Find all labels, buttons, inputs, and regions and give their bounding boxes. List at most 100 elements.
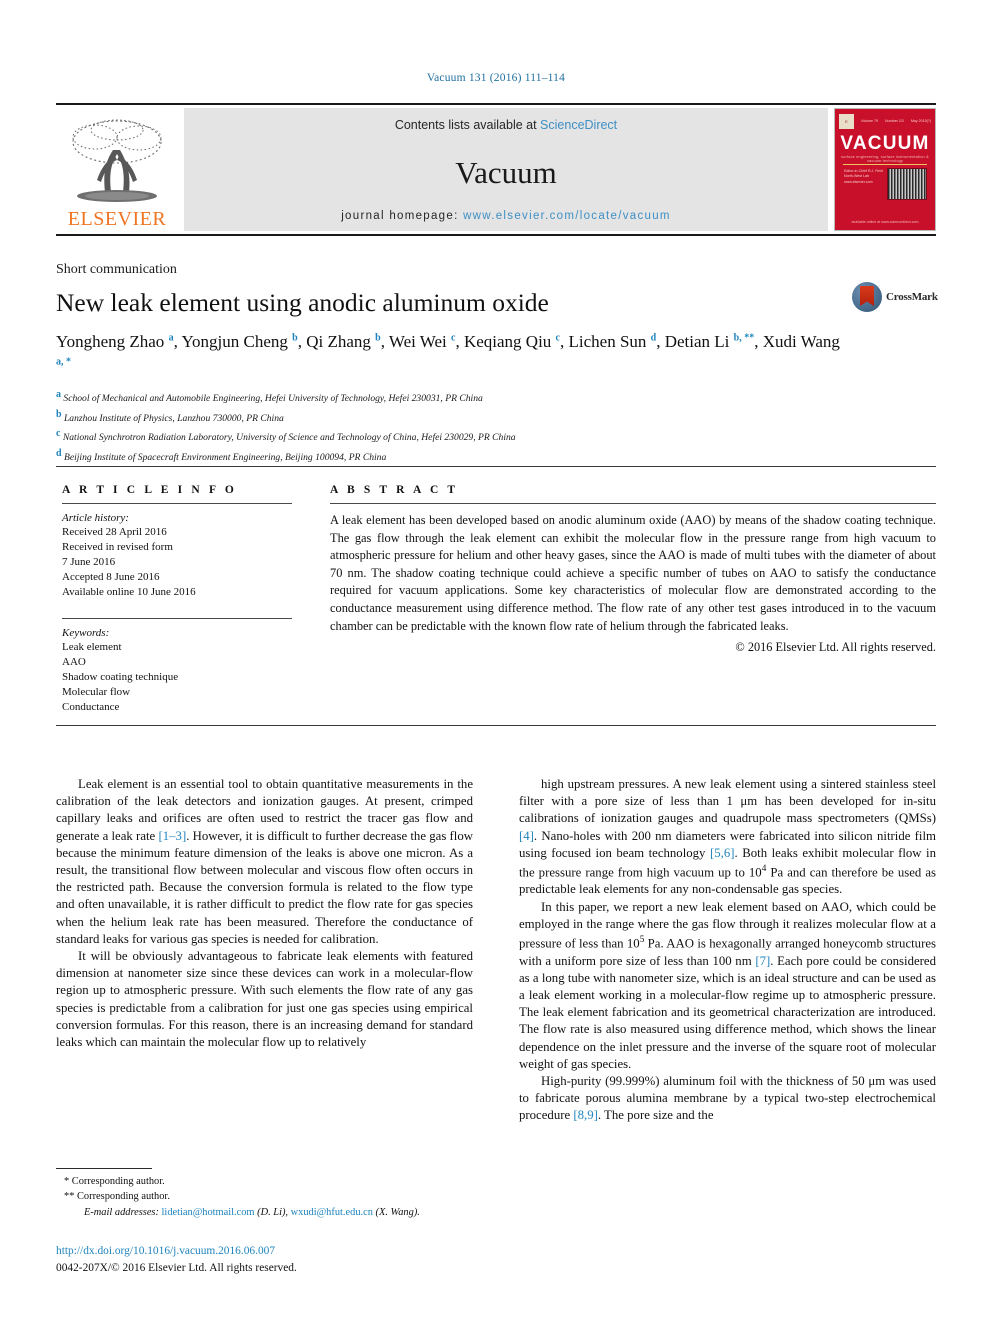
keywords-rule xyxy=(62,617,292,619)
email-link-2[interactable]: wxudi@hfut.edu.cn xyxy=(291,1207,373,1218)
body-column-left: Leak element is an essential tool to obt… xyxy=(56,776,473,1051)
keyword-item: AAO xyxy=(62,655,86,668)
body-paragraph: high upstream pressures. A new leak elem… xyxy=(519,776,936,899)
article-history-item: 7 June 2016 xyxy=(62,555,116,568)
cover-divider xyxy=(843,164,927,165)
author-affiliation-mark: c xyxy=(451,332,456,344)
abstract-rule xyxy=(330,503,936,504)
masthead-top-rule xyxy=(56,103,936,105)
corresponding-author-note-1: * Corresponding author. xyxy=(64,1176,165,1187)
affiliation-text: Lanzhou Institute of Physics, Lanzhou 73… xyxy=(61,412,284,424)
homepage-url-link[interactable]: www.elsevier.com/locate/vacuum xyxy=(463,210,671,222)
author-name: Wei Wei xyxy=(388,332,451,351)
abstract-column: A B S T R A C T A leak element has been … xyxy=(330,484,936,655)
info-block-bottom-rule xyxy=(56,725,936,726)
author-name: Detian Li xyxy=(664,332,734,351)
article-info-rule xyxy=(62,503,292,504)
article-history-item: Available online 10 June 2016 xyxy=(62,585,196,598)
keyword-item: Leak element xyxy=(62,640,122,653)
body-paragraph: It will be obviously advantageous to fab… xyxy=(56,948,473,1051)
contents-available-line: Contents lists available at ScienceDirec… xyxy=(395,118,617,132)
author-affiliation-mark: b xyxy=(292,332,298,344)
page-title: New leak element using anodic aluminum o… xyxy=(56,288,549,317)
author-affiliation-mark: b xyxy=(375,332,381,344)
keywords-label: Keywords: xyxy=(62,626,110,639)
article-history-item: Received 28 April 2016 xyxy=(62,526,167,538)
cover-micrograph-image xyxy=(887,168,927,200)
author-affiliation-mark: a, * xyxy=(56,356,71,368)
article-info-column: A R T I C L E I N F O Article history: R… xyxy=(62,484,292,715)
email-link-1[interactable]: lidetian@hotmail.com xyxy=(162,1207,255,1218)
citation-reference-link[interactable]: [7] xyxy=(755,954,770,968)
citation-reference-link[interactable]: [5,6] xyxy=(710,846,735,860)
crossmark-icon xyxy=(852,282,882,312)
article-section-label: Short communication xyxy=(56,262,177,277)
affiliation-line: a School of Mechanical and Automobile En… xyxy=(56,387,856,407)
footnote-rule xyxy=(56,1168,152,1169)
affiliation-line: d Beijing Institute of Spacecraft Enviro… xyxy=(56,446,856,466)
cover-bottom-text: available online at www.sciencedirect.co… xyxy=(851,220,919,224)
author-affiliation-mark: a xyxy=(168,332,174,344)
abstract-copyright: © 2016 Elsevier Ltd. All rights reserved… xyxy=(735,640,936,655)
body-column-right: high upstream pressures. A new leak elem… xyxy=(519,776,936,1125)
citation-reference-link[interactable]: [8,9] xyxy=(573,1108,598,1122)
paragraph-text: high upstream pressures. A new leak elem… xyxy=(519,777,936,826)
cover-subtitle: surface engineering, surface instrumenta… xyxy=(841,155,929,163)
article-history-item: Accepted 8 June 2016 xyxy=(62,570,160,583)
homepage-label: journal homepage: xyxy=(341,210,464,222)
elsevier-tree-icon xyxy=(72,119,162,202)
affiliation-list: a School of Mechanical and Automobile En… xyxy=(56,387,856,466)
affiliation-line: b Lanzhou Institute of Physics, Lanzhou … xyxy=(56,407,856,427)
email-label: E-mail addresses: xyxy=(84,1206,159,1218)
paragraph-text: . However, it is difficult to further de… xyxy=(56,828,474,946)
cover-date: May 2015(?) xyxy=(910,119,931,123)
author-affiliation-mark: d xyxy=(650,332,657,344)
author-affiliation-mark: b, ** xyxy=(733,332,755,344)
running-head: Vacuum 131 (2016) 111–114 xyxy=(426,72,566,84)
cover-number: Number 2/3 xyxy=(885,119,904,123)
masthead-center: Contents lists available at ScienceDirec… xyxy=(184,108,828,231)
doi-link[interactable]: http://dx.doi.org/10.1016/j.vacuum.2016.… xyxy=(56,1243,496,1260)
journal-homepage-line: journal homepage: www.elsevier.com/locat… xyxy=(341,210,671,222)
abstract-heading: A B S T R A C T xyxy=(330,484,459,496)
keyword-item: Shadow coating technique xyxy=(62,670,179,683)
article-history-lines: Received 28 April 2016 Received in revise… xyxy=(62,525,292,600)
article-history-label: Article history: xyxy=(62,512,129,524)
article-info-heading: A R T I C L E I N F O xyxy=(62,484,237,496)
crossmark-badge-group[interactable]: CrossMark xyxy=(852,281,938,313)
body-paragraph: High-purity (99.999%) aluminum foil with… xyxy=(519,1073,936,1125)
paragraph-text: . The pore size and the xyxy=(597,1108,714,1123)
abstract-text: A leak element has been developed based … xyxy=(330,513,936,633)
author-name: Qi Zhang xyxy=(306,332,376,351)
cover-top-strip: E Volume 79 Number 2/3 May 2015(?) xyxy=(839,113,931,129)
sciencedirect-link[interactable]: ScienceDirect xyxy=(540,118,617,132)
email-addresses-note: E-mail addresses: lidetian@hotmail.com (… xyxy=(56,1205,473,1220)
body-paragraph: Leak element is an essential tool to obt… xyxy=(56,776,473,948)
journal-masthead: ELSEVIER Contents lists available at Sci… xyxy=(56,103,936,236)
paragraph-text: . Each pore could be considered as a lon… xyxy=(519,953,936,1071)
info-block-top-rule xyxy=(56,466,936,467)
issn-copyright-line: 0042-207X/© 2016 Elsevier Ltd. All right… xyxy=(56,1262,297,1275)
paragraph-text: It will be obviously advantageous to fab… xyxy=(56,949,473,1050)
citation-reference-link[interactable]: [1–3] xyxy=(158,829,186,843)
footnotes-block: * Corresponding author. ** Corresponding… xyxy=(56,1168,473,1220)
journal-title: Vacuum xyxy=(455,154,557,190)
cover-elsevier-mark: E xyxy=(839,113,854,129)
author-name: Xudi Wang xyxy=(762,332,840,351)
journal-cover-thumbnail: E Volume 79 Number 2/3 May 2015(?) VACUU… xyxy=(834,108,936,231)
affiliation-text: National Synchrotron Radiation Laborator… xyxy=(60,432,516,444)
keywords-lines: Leak element AAO Shadow coating technique M… xyxy=(62,640,292,715)
citation-reference-link[interactable]: [4] xyxy=(519,829,534,843)
paper-page: Vacuum 131 (2016) 111–114 ELSEVIER Conte… xyxy=(0,0,992,1323)
affiliation-text: School of Mechanical and Automobile Engi… xyxy=(61,393,483,405)
author-name: Yongjun Cheng xyxy=(181,332,293,351)
author-affiliation-mark: c xyxy=(555,332,560,344)
footer-doi-block: http://dx.doi.org/10.1016/j.vacuum.2016.… xyxy=(56,1243,496,1277)
cover-volume: Volume 79 xyxy=(861,119,878,123)
email-owner-2: (X. Wang). xyxy=(375,1206,420,1218)
affiliation-text: Beijing Institute of Spacecraft Environm… xyxy=(61,452,387,464)
cover-title: VACUUM xyxy=(840,133,930,154)
author-name: Yongheng Zhao xyxy=(56,332,169,351)
email-owner-1: (D. Li), xyxy=(257,1206,289,1218)
author-name: Keqiang Qiu xyxy=(463,332,556,351)
